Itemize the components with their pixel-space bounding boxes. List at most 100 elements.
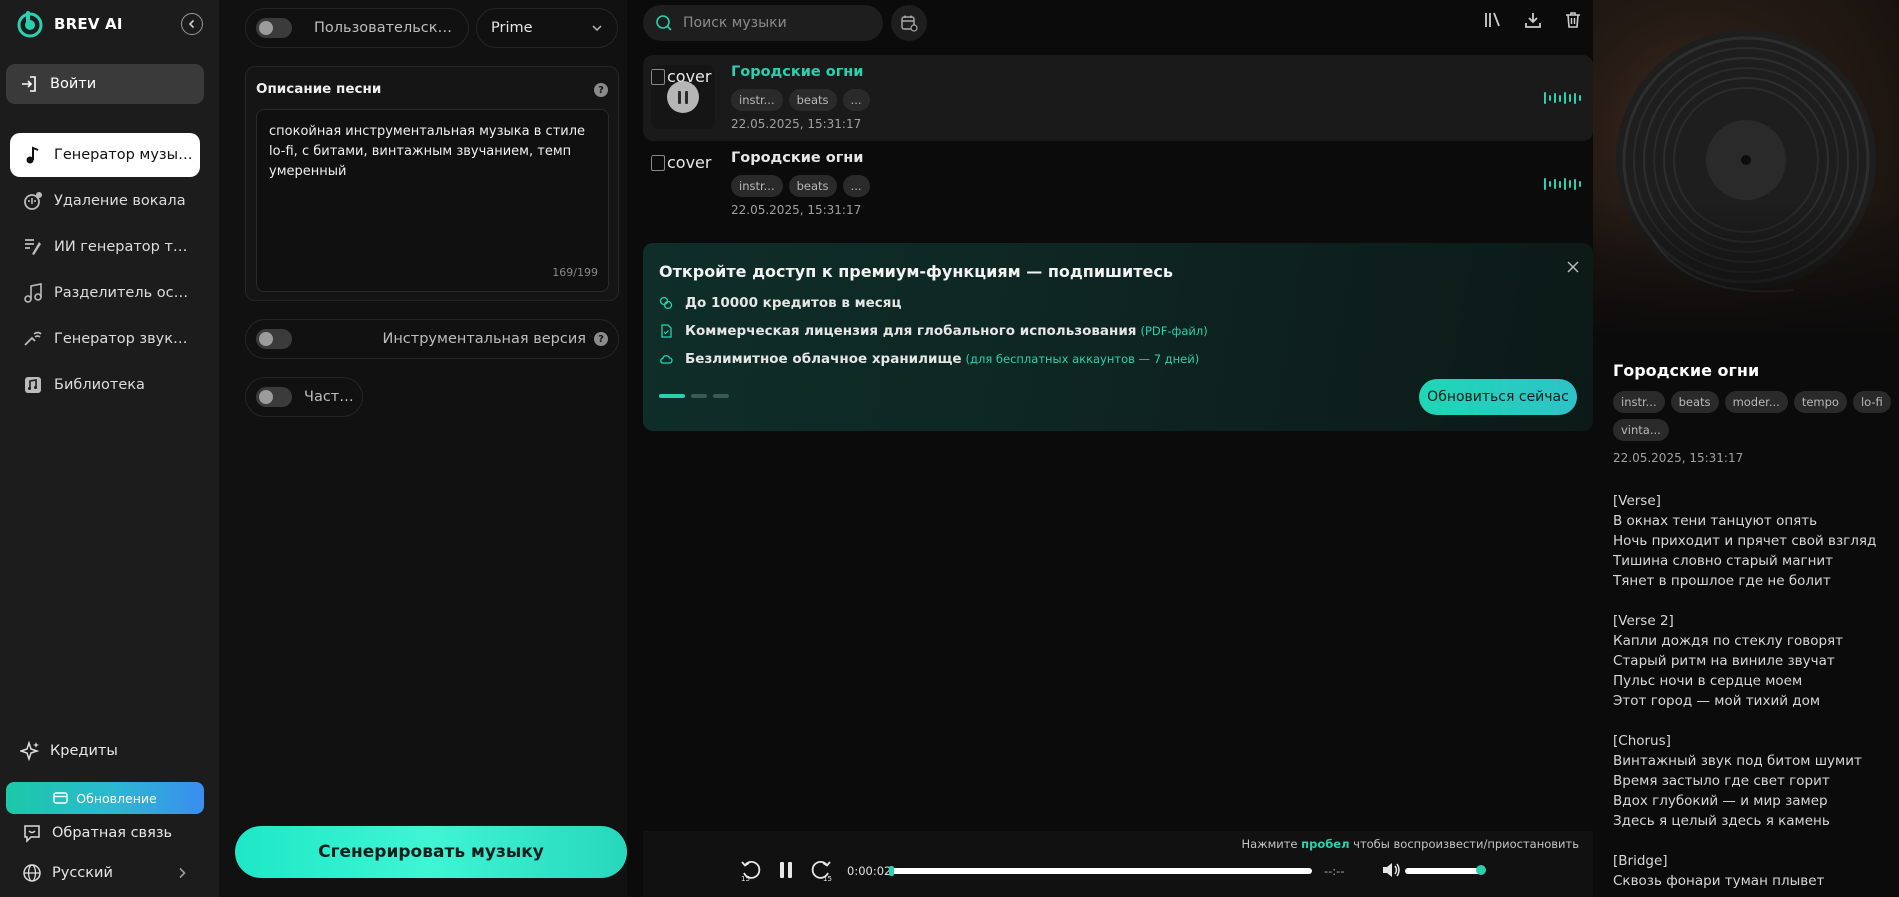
upgrade-now-button[interactable]: Обновиться сейчас: [1419, 379, 1577, 415]
custom-mode-toggle[interactable]: [256, 18, 292, 38]
song-description-text: спокойная инструментальная музыка в стил…: [269, 124, 586, 179]
promo-title: Откройте доступ к премиум-функциям — под…: [659, 262, 1173, 281]
tag[interactable]: vinta...: [1613, 419, 1669, 441]
promo-feature-note: (для бесплатных аккаунтов — 7 дней): [965, 352, 1200, 366]
song-title[interactable]: Городские огни: [731, 150, 863, 166]
volume-icon[interactable]: [1381, 861, 1401, 879]
hint-key: пробел: [1301, 837, 1350, 851]
promo-feature: До 10000 кредитов в месяц: [659, 295, 901, 311]
playback-controls: 15 15: [739, 858, 833, 882]
song-cover[interactable]: cover: [651, 151, 715, 215]
tag[interactable]: beats: [1670, 391, 1719, 413]
tag[interactable]: beats: [788, 175, 837, 197]
brand[interactable]: BREV AI: [16, 10, 123, 38]
download-icon[interactable]: [1523, 10, 1543, 30]
lyrics-line: Тянет в прошлое где не болит: [1613, 573, 1831, 589]
promo-feature-text: Коммерческая лицензия для глобального ис…: [685, 323, 1137, 339]
upgrade-button[interactable]: Обновление: [6, 782, 204, 814]
song-description-card: Описание песни ? спокойная инструменталь…: [245, 66, 619, 301]
collapse-sidebar-button[interactable]: [181, 13, 203, 35]
premium-promo-banner: Откройте доступ к премиум-функциям — под…: [643, 243, 1593, 431]
song-description-input[interactable]: спокойная инструментальная музыка в стил…: [256, 109, 609, 292]
private-toggle[interactable]: [256, 387, 292, 407]
carousel-dot[interactable]: [659, 394, 685, 398]
volume-slider[interactable]: [1405, 865, 1486, 875]
library-icon[interactable]: [1483, 10, 1503, 30]
private-toggle-row[interactable]: Частный: [245, 377, 363, 417]
card-icon: [53, 792, 68, 804]
sidebar: BREV AI Войти Генератор музыки Удаление …: [0, 0, 219, 897]
credits-button[interactable]: Кредиты: [20, 741, 118, 761]
stem-splitter-icon: [24, 283, 42, 303]
tag-more[interactable]: ...: [842, 175, 870, 197]
feedback-label: Обратная связь: [52, 825, 173, 841]
lyrics-line: Вдох глубокий — и мир замер: [1613, 793, 1828, 809]
nav-item-library[interactable]: Библиотека: [10, 363, 200, 407]
nav-item-label: Разделитель основ: [54, 285, 194, 301]
tag[interactable]: instr...: [731, 89, 783, 111]
document-icon: [661, 324, 672, 338]
tag[interactable]: instr...: [1613, 391, 1665, 413]
tag[interactable]: instr...: [731, 175, 783, 197]
nav-item-stem-splitter[interactable]: Разделитель основ: [10, 271, 200, 315]
tag[interactable]: beats: [788, 89, 837, 111]
tag[interactable]: tempo: [1793, 391, 1847, 413]
instrumental-toggle[interactable]: [256, 329, 292, 349]
lyrics-line: Здесь я целый здесь я камень: [1613, 813, 1830, 829]
tag[interactable]: lo-fi: [1852, 391, 1891, 413]
forward-15-label: 15: [823, 875, 832, 882]
nav-item-music-generator[interactable]: Генератор музыки: [10, 133, 200, 177]
generate-music-button[interactable]: Сгенерировать музыку: [235, 826, 627, 878]
lyrics-line: Старый ритм на виниле звучат: [1613, 653, 1835, 669]
song-title[interactable]: Городские огни: [731, 64, 863, 80]
custom-mode-label: Пользовательский режим: [314, 20, 454, 36]
search-input[interactable]: [683, 15, 863, 31]
login-label: Войти: [50, 76, 97, 92]
list-actions: [1483, 10, 1583, 30]
promo-feature: Коммерческая лицензия для глобального ис…: [659, 323, 1208, 339]
lyrics-stanza: [Bridge] Сквозь фонари туман плывет: [1613, 851, 1893, 891]
help-icon[interactable]: ?: [594, 83, 608, 97]
date-filter-button[interactable]: [891, 5, 927, 41]
song-row[interactable]: cover Городские огни instr... beats ... …: [643, 141, 1593, 227]
custom-mode-toggle-row[interactable]: Пользовательский режим: [245, 8, 469, 48]
help-icon[interactable]: ?: [594, 332, 608, 346]
close-icon[interactable]: [1567, 261, 1579, 273]
login-button[interactable]: Войти: [6, 64, 204, 104]
carousel-dot[interactable]: [713, 394, 729, 398]
song-cover[interactable]: cover: [651, 65, 715, 129]
song-row[interactable]: cover Городские огни instr... beats ... …: [643, 55, 1593, 141]
hint-prefix: Нажмите: [1241, 837, 1298, 851]
trash-icon[interactable]: [1563, 10, 1583, 30]
pause-icon[interactable]: [777, 860, 795, 880]
nav-item-sound-effects[interactable]: Генератор звуковых эффектов: [10, 317, 200, 361]
nav-item-lyrics-generator[interactable]: ИИ генератор текстов: [10, 225, 200, 269]
current-time: 0:00:02: [847, 864, 892, 878]
carousel-dot[interactable]: [691, 394, 707, 398]
progress-handle[interactable]: [889, 866, 894, 876]
progress-slider[interactable]: [889, 866, 1312, 876]
tag[interactable]: moder...: [1724, 391, 1788, 413]
instrumental-toggle-row[interactable]: Инструментальная версия ?: [245, 319, 619, 359]
music-note-icon: [26, 146, 39, 164]
nav-item-vocal-remover[interactable]: Удаление вокала: [10, 179, 200, 223]
volume-handle[interactable]: [1476, 865, 1486, 875]
promo-feature-note: (PDF-файл): [1140, 324, 1208, 338]
lyrics-line: [Verse 2]: [1613, 613, 1674, 629]
pause-icon[interactable]: [667, 81, 699, 113]
language-selector[interactable]: Русский: [22, 863, 187, 883]
tag-more[interactable]: ...: [842, 89, 870, 111]
generator-form: Пользовательский режим Prime Описание пе…: [219, 0, 627, 897]
song-date: 22.05.2025, 15:31:17: [731, 117, 862, 131]
brand-name: BREV AI: [54, 15, 123, 33]
model-select[interactable]: Prime: [476, 8, 618, 48]
rewind-15-icon[interactable]: 15: [739, 858, 763, 882]
search-bar: [643, 5, 883, 41]
waveform-icon: [1544, 91, 1581, 105]
promo-feature-text: До 10000 кредитов в месяц: [685, 295, 902, 311]
forward-15-icon[interactable]: 15: [809, 858, 833, 882]
song-list-area: cover Городские огни instr... beats ... …: [627, 0, 1593, 897]
feedback-button[interactable]: Обратная связь: [22, 823, 172, 843]
chevron-down-icon: [592, 25, 602, 32]
nav-item-label: ИИ генератор текстов: [54, 239, 194, 255]
